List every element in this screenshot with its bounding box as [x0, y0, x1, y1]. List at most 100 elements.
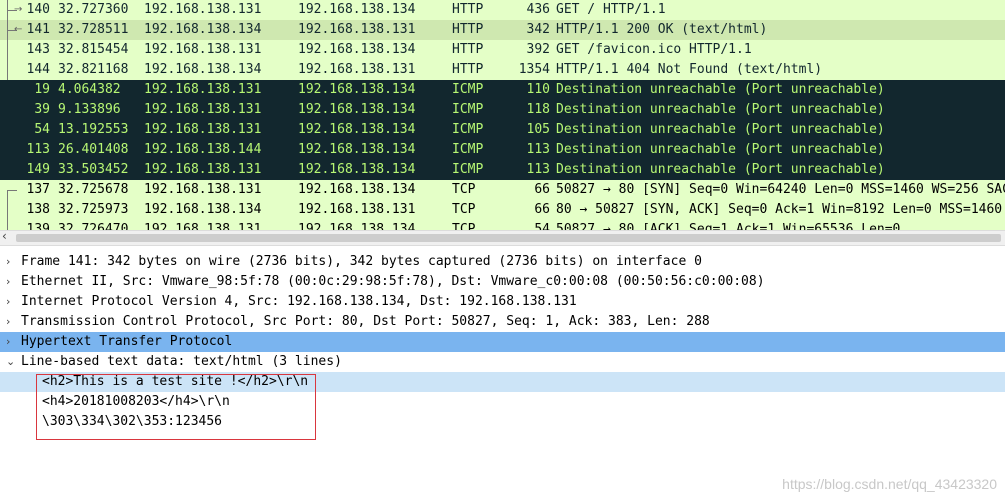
packet-destination: 192.168.138.131 — [298, 62, 416, 77]
scroll-left-icon[interactable]: ‹ — [2, 229, 7, 243]
chevron-right-icon[interactable]: › — [6, 272, 16, 292]
packet-source: 192.168.138.134 — [144, 62, 262, 77]
packet-length: 113 — [526, 162, 550, 177]
packet-destination: 192.168.138.131 — [298, 22, 416, 37]
tree-item[interactable]: › Hypertext Transfer Protocol — [0, 332, 1005, 352]
packet-protocol: ICMP — [452, 102, 484, 117]
packet-protocol: ICMP — [452, 82, 484, 97]
packet-protocol: TCP — [452, 182, 476, 197]
packet-protocol: ICMP — [452, 142, 484, 157]
packet-info: Destination unreachable (Port unreachabl… — [556, 122, 885, 137]
packet-number: 113 — [26, 142, 50, 157]
packet-row[interactable]: 19 4.064382 192.168.138.131 192.168.138.134… — [0, 80, 1005, 100]
packet-source: 192.168.138.131 — [144, 42, 262, 57]
packet-protocol: ICMP — [452, 162, 484, 177]
packet-time: 32.815454 — [58, 42, 129, 57]
packet-destination: 192.168.138.134 — [298, 222, 416, 230]
packet-number: 143 — [26, 42, 50, 57]
packet-source: 192.168.138.131 — [144, 122, 262, 137]
packet-protocol: ICMP — [452, 122, 484, 137]
tree-item[interactable]: › Ethernet II, Src: Vmware_98:5f:78 (00:0… — [0, 272, 1005, 292]
watermark-text: https://blog.csdn.net/qq_43423320 — [782, 476, 997, 492]
packet-number: 137 — [26, 182, 50, 197]
packet-source: 192.168.138.131 — [144, 82, 262, 97]
packet-length: 113 — [526, 142, 550, 157]
packet-list[interactable]: → 140 32.727360 192.168.138.131 192.168.138.… — [0, 0, 1005, 230]
packet-length: 110 — [526, 82, 550, 97]
packet-info: 80 → 50827 [SYN, ACK] Seq=0 Ack=1 Win=81… — [556, 202, 1003, 217]
packet-length: 105 — [526, 122, 550, 137]
packet-source: 192.168.138.131 — [144, 102, 262, 117]
packet-time: 9.133896 — [58, 102, 121, 117]
packet-number: 19 — [34, 82, 50, 97]
packet-destination: 192.168.138.134 — [298, 182, 416, 197]
chevron-down-icon[interactable]: ⌄ — [6, 352, 16, 372]
packet-row[interactable]: 138 32.725973 192.168.138.134 192.168.138.1… — [0, 200, 1005, 220]
packet-destination: 192.168.138.134 — [298, 102, 416, 117]
packet-time: 32.728511 — [58, 22, 129, 37]
packet-row[interactable]: → 140 32.727360 192.168.138.131 192.168.138.… — [0, 0, 1005, 20]
packet-time: 26.401408 — [58, 142, 129, 157]
packet-source: 192.168.138.131 — [144, 222, 262, 230]
packet-time: 32.726470 — [58, 222, 129, 230]
packet-destination: 192.168.138.134 — [298, 142, 416, 157]
packet-protocol: TCP — [452, 202, 476, 217]
tree-item[interactable]: › Transmission Control Protocol, Src Port… — [0, 312, 1005, 332]
packet-source: 192.168.138.131 — [144, 162, 262, 177]
packet-info: Destination unreachable (Port unreachabl… — [556, 102, 885, 117]
packet-protocol: TCP — [452, 222, 476, 230]
chevron-right-icon[interactable]: › — [6, 292, 16, 312]
packet-info: Destination unreachable (Port unreachabl… — [556, 142, 885, 157]
scrollbar-thumb[interactable] — [16, 234, 1001, 242]
packet-destination: 192.168.138.134 — [298, 2, 416, 17]
packet-row[interactable]: 39 9.133896 192.168.138.131 192.168.138.134… — [0, 100, 1005, 120]
packet-source: 192.168.138.134 — [144, 22, 262, 37]
packet-number: 139 — [26, 222, 50, 230]
packet-source: 192.168.138.144 — [144, 142, 262, 157]
packet-number: 144 — [26, 62, 50, 77]
packet-protocol: HTTP — [452, 2, 484, 17]
tree-item[interactable]: › Frame 141: 342 bytes on wire (2736 bits… — [0, 252, 1005, 272]
packet-source: 192.168.138.131 — [144, 2, 262, 17]
chevron-right-icon[interactable]: › — [6, 332, 16, 352]
chevron-right-icon[interactable]: › — [6, 252, 16, 272]
packet-length: 1354 — [518, 62, 550, 77]
packet-length: 66 — [534, 202, 550, 217]
packet-source: 192.168.138.131 — [144, 182, 262, 197]
packet-destination: 192.168.138.134 — [298, 82, 416, 97]
packet-number: 149 — [26, 162, 50, 177]
packet-time: 32.725973 — [58, 202, 129, 217]
packet-row[interactable]: 113 26.401408 192.168.138.144 192.168.138.1… — [0, 140, 1005, 160]
tree-item-label: Frame 141: 342 bytes on wire (2736 bits)… — [21, 254, 702, 269]
packet-length: 54 — [534, 222, 550, 230]
packet-length: 392 — [526, 42, 550, 57]
packet-row[interactable]: 137 32.725678 192.168.138.131 192.168.138.1… — [0, 180, 1005, 200]
packet-number: 138 — [26, 202, 50, 217]
packet-row[interactable]: ← 141 32.728511 192.168.138.134 192.168.138.… — [0, 20, 1005, 40]
packet-row[interactable]: 54 13.192553 192.168.138.131 192.168.138.13… — [0, 120, 1005, 140]
packet-destination: 192.168.138.134 — [298, 42, 416, 57]
packet-number: 54 — [34, 122, 50, 137]
packet-length: 118 — [526, 102, 550, 117]
packet-row[interactable]: 139 32.726470 192.168.138.131 192.168.138.1… — [0, 220, 1005, 230]
tree-item[interactable]: ⌄ Line-based text data: text/html (3 line… — [0, 352, 1005, 372]
horizontal-scrollbar[interactable]: ‹ — [0, 229, 1005, 246]
tree-item[interactable]: › Internet Protocol Version 4, Src: 192.1… — [0, 292, 1005, 312]
packet-info: GET / HTTP/1.1 — [556, 2, 666, 17]
packet-source: 192.168.138.134 — [144, 202, 262, 217]
packet-info: HTTP/1.1 200 OK (text/html) — [556, 22, 768, 37]
packet-row[interactable]: 149 33.503452 192.168.138.131 192.168.138.1… — [0, 160, 1005, 180]
packet-row[interactable]: 144 32.821168 192.168.138.134 192.168.138.1… — [0, 60, 1005, 80]
packet-time: 13.192553 — [58, 122, 129, 137]
packet-length: 66 — [534, 182, 550, 197]
packet-row[interactable]: 143 32.815454 192.168.138.131 192.168.138.1… — [0, 40, 1005, 60]
tree-item-label: Transmission Control Protocol, Src Port:… — [21, 314, 710, 329]
chevron-right-icon[interactable]: › — [6, 312, 16, 332]
packet-time: 32.725678 — [58, 182, 129, 197]
packet-length: 342 — [526, 22, 550, 37]
packet-number: 39 — [34, 102, 50, 117]
packet-time: 33.503452 — [58, 162, 129, 177]
tree-item-label: Hypertext Transfer Protocol — [21, 334, 233, 349]
packet-protocol: HTTP — [452, 42, 484, 57]
packet-info: HTTP/1.1 404 Not Found (text/html) — [556, 62, 823, 77]
